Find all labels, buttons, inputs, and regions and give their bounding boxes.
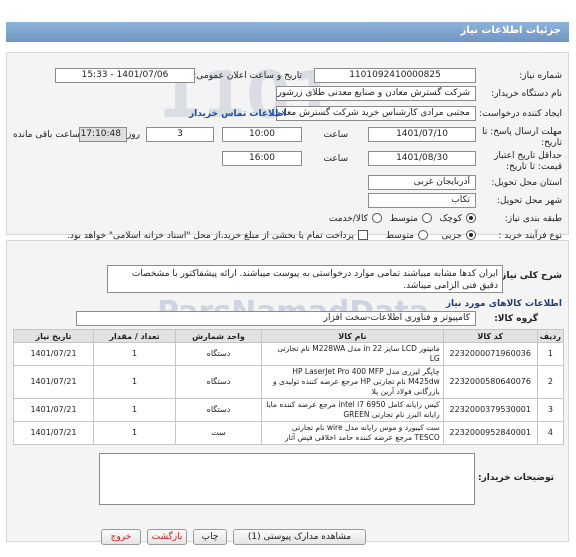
category-radio-small[interactable] xyxy=(466,213,476,223)
table-row: 2 2232000580640076 چاپگر لیزری مدل HP La… xyxy=(13,365,565,399)
row-unit: دستگاه xyxy=(175,342,262,366)
need-number-field: 1101092410000825 xyxy=(314,68,476,83)
days-field: 3 xyxy=(146,127,214,142)
top-strip xyxy=(6,8,569,22)
category-option-small: کوچک xyxy=(439,214,462,224)
page-header: جزئیات اطلاعات نیاز xyxy=(6,22,569,42)
row-idx: 3 xyxy=(536,398,565,422)
row-name: چاپگر لیزری مدل HP LaserJet Pro 400 MFP … xyxy=(261,365,444,399)
row-unit: دستگاه xyxy=(175,365,262,399)
row-qty: 1 xyxy=(93,398,176,422)
province-label: استان محل تحویل: xyxy=(491,178,562,188)
row-date: 1401/07/21 xyxy=(13,365,94,399)
row-code: 2232000580640076 xyxy=(442,365,538,399)
need-details-page: جزئیات اطلاعات نیاز 1101 شماره نیاز: 110… xyxy=(0,0,576,557)
validity-label: حداقل تاریخ اعتبار قیمت: تا تاریخ: xyxy=(494,151,562,172)
validity-date-field: 1401/08/30 xyxy=(368,151,476,166)
row-date: 1401/07/21 xyxy=(13,421,94,445)
col-idx: ردیف xyxy=(536,329,565,343)
table-row: 1 2232000071960036 مانیتور LCD سایز 22 i… xyxy=(13,342,565,366)
row-date: 1401/07/21 xyxy=(13,342,94,366)
buyer-notes-box xyxy=(99,453,475,505)
exit-button[interactable]: خروج xyxy=(101,529,141,545)
view-attachments-button[interactable]: مشاهده مدارک پیوستی (1) xyxy=(233,529,366,545)
need-number-label: شماره نیاز: xyxy=(519,71,562,81)
remaining-label: ساعت باقی مانده xyxy=(13,130,80,140)
announce-label: تاریخ و ساعت اعلان عمومی: xyxy=(193,71,302,81)
col-qty: تعداد / مقدار xyxy=(93,329,176,343)
table-row: 3 2232000379530001 کیس رایانه کامل intel… xyxy=(13,398,565,422)
row-code: 2232000071960036 xyxy=(442,342,538,366)
validity-time-field: 16:00 xyxy=(222,151,302,166)
table-row: 4 2232000952840001 ست کیبورد و موس رایان… xyxy=(13,421,565,445)
city-label: شهر محل تحویل: xyxy=(496,196,562,206)
row-name: مانیتور LCD سایز 22 in مدل M228WA نام تج… xyxy=(261,342,444,366)
col-date: تاریخ نیاز xyxy=(13,329,94,343)
row-idx: 2 xyxy=(536,365,565,399)
need-info-panel: 1101 شماره نیاز: 1101092410000825 تاریخ … xyxy=(6,52,569,241)
row-name: ست کیبورد و موس رایانه مدل wire نام تجار… xyxy=(261,421,444,445)
buyer-contact-link[interactable]: اطلاعات تماس خریدار xyxy=(189,109,286,119)
page-title: جزئیات اطلاعات نیاز xyxy=(460,25,561,36)
validity-time-label: ساعت xyxy=(323,154,349,164)
row-idx: 4 xyxy=(536,421,565,445)
treasury-checkbox[interactable] xyxy=(358,230,368,240)
row-idx: 1 xyxy=(536,342,565,366)
province-field: آذربایجان غربی xyxy=(368,175,476,190)
row-qty: 1 xyxy=(93,365,176,399)
goods-group-field: کامپیوتر و فناوری اطلاعات-سخت افزار xyxy=(76,311,476,326)
goods-table: ردیف کد کالا نام کالا واحد شمارش تعداد /… xyxy=(13,329,565,445)
row-code: 2232000952840001 xyxy=(442,421,538,445)
deadline-time-label: ساعت xyxy=(323,130,349,140)
deadline-time-field: 10:00 xyxy=(222,127,302,142)
deadline-date-field: 1401/07/10 xyxy=(368,127,476,142)
goods-group-label: گروه کالا: xyxy=(494,314,538,324)
col-name: نام کالا xyxy=(261,329,444,343)
row-qty: 1 xyxy=(93,342,176,366)
row-code: 2232000379530001 xyxy=(442,398,538,422)
print-button[interactable]: چاپ xyxy=(193,529,227,545)
category-option-medium: متوسط xyxy=(389,214,418,224)
row-date: 1401/07/21 xyxy=(13,398,94,422)
goods-table-header: ردیف کد کالا نام کالا واحد شمارش تعداد /… xyxy=(13,329,565,343)
need-goods-panel: ParsNamadData پارس نماد داده مرکز فراخوا… xyxy=(6,240,569,542)
buyer-label: نام دستگاه خریدار: xyxy=(491,89,562,99)
buyer-field: شرکت گسترش معادن و صنایع معدنی طلای زرشو… xyxy=(276,86,476,101)
creator-field: مجتبی مرادی کارشناس خرید شرکت گسترش معاد… xyxy=(276,106,476,121)
category-radio-medium[interactable] xyxy=(422,213,432,223)
goods-section-title: اطلاعات کالاهای مورد نیاز xyxy=(445,299,562,309)
announce-field: 1401/07/06 - 15:33 xyxy=(55,68,195,83)
process-radio-minor[interactable] xyxy=(466,230,476,240)
row-name: کیس رایانه کامل intel i7 6950 مرجع عرضه … xyxy=(261,398,444,422)
row-qty: 1 xyxy=(93,421,176,445)
description-label: شرح کلی نیاز: xyxy=(497,271,562,281)
description-text: ایران کدها مشابه میباشند تمامی موارد درخ… xyxy=(107,265,503,293)
creator-label: ایجاد کننده درخواست: xyxy=(479,109,562,119)
category-option-goods: کالا/خدمت xyxy=(328,214,368,224)
buyer-notes-label: توضیحات خریدار: xyxy=(478,473,554,483)
category-radio-goods[interactable] xyxy=(372,213,382,223)
remaining-time-field: 17:10:48 xyxy=(79,127,127,142)
col-unit: واحد شمارش xyxy=(175,329,262,343)
back-button[interactable]: بازگشت xyxy=(147,529,187,545)
deadline-label: مهلت ارسال پاسخ: تا تاریخ: xyxy=(482,127,562,148)
row-unit: دستگاه xyxy=(175,398,262,422)
city-field: تکاب xyxy=(368,193,476,208)
col-code: کد کالا xyxy=(442,329,538,343)
process-radio-medium[interactable] xyxy=(418,230,428,240)
category-label: طبقه بندی نیاز: xyxy=(504,214,562,224)
row-unit: ست xyxy=(175,421,262,445)
